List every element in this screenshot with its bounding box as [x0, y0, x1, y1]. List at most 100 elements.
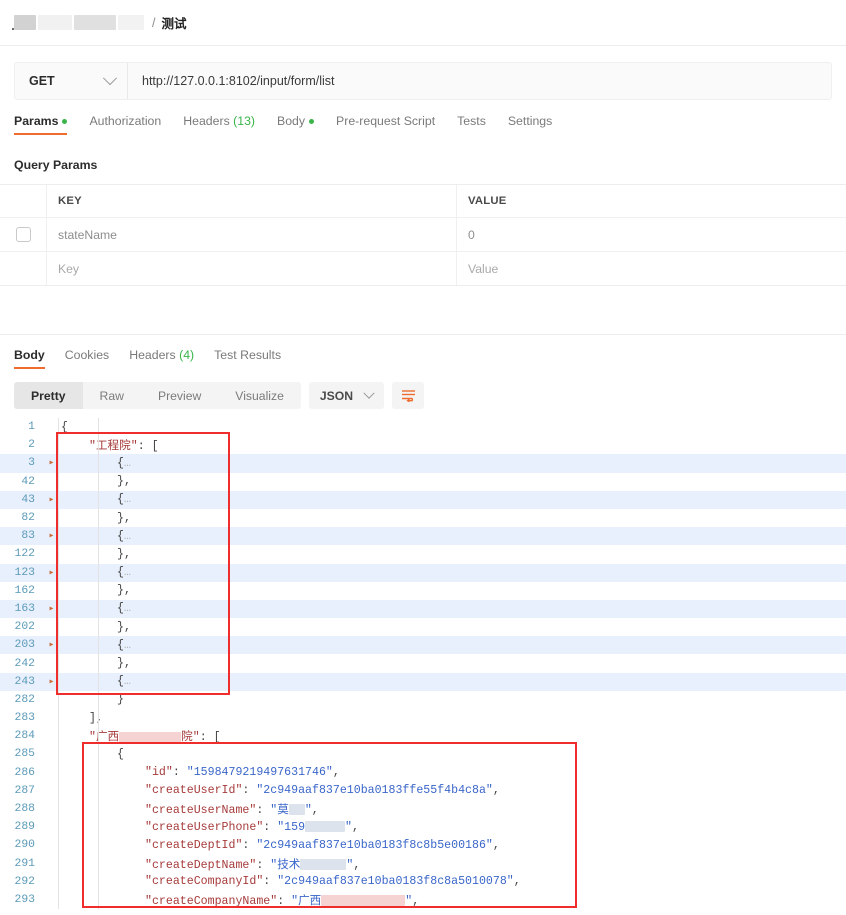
view-mode-visualize[interactable]: Visualize: [218, 382, 301, 409]
json-line-number: 122: [14, 548, 35, 561]
param-key-input-new[interactable]: Key: [47, 252, 457, 285]
json-punctuation: :: [242, 784, 257, 798]
fold-toggle-icon[interactable]: ▸: [44, 494, 59, 506]
fold-toggle-icon[interactable]: ▸: [44, 457, 59, 469]
url-input[interactable]: http://127.0.0.1:8102/input/form/list: [128, 63, 831, 99]
json-punctuation: : [: [199, 731, 221, 745]
tab-authorization[interactable]: Authorization: [89, 114, 161, 135]
fold-toggle-icon[interactable]: ▸: [44, 603, 59, 615]
json-line: 83 ▸ {…: [0, 527, 846, 546]
json-punctuation: {: [117, 456, 124, 470]
json-line-content: {…: [59, 675, 846, 688]
json-punctuation: },: [117, 657, 131, 671]
row-enable-checkbox[interactable]: [15, 227, 31, 242]
table-header-row: KEY VALUE: [0, 185, 846, 218]
wrap-text-button[interactable]: [392, 382, 425, 409]
json-line-number: 292: [14, 875, 35, 888]
json-punctuation: ,: [352, 820, 359, 834]
view-mode-pretty[interactable]: Pretty: [14, 382, 83, 409]
fold-toggle-icon[interactable]: ▸: [44, 567, 59, 579]
json-line-content: },: [59, 512, 846, 525]
json-punctuation: ,: [492, 784, 500, 798]
http-method-select[interactable]: GET: [15, 63, 128, 99]
json-line: 43 ▸ {…: [0, 490, 846, 509]
tab-response-headers-count: (4): [179, 348, 195, 362]
fold-toggle-icon[interactable]: ▸: [44, 530, 59, 542]
json-line: 2 "工程院": [: [0, 436, 846, 454]
json-key: 院": [181, 731, 200, 745]
json-line-content: {…: [59, 493, 846, 506]
json-line-number: 2: [28, 439, 35, 452]
json-line-content: "createCompanyId": "2c949aaf837e10ba0183…: [59, 875, 846, 888]
json-line-content: },: [59, 475, 846, 488]
json-ellipsis: …: [123, 493, 131, 507]
json-string: ": [304, 804, 312, 818]
json-key: "createCompanyName": [145, 894, 278, 908]
json-punctuation: },: [117, 511, 131, 525]
column-header-value: VALUE: [468, 195, 507, 207]
json-ellipsis: …: [123, 638, 131, 652]
tab-params[interactable]: Params: [14, 114, 68, 135]
json-line: 286 "id": "1598479219497631746",: [0, 764, 846, 782]
tab-body[interactable]: Body: [277, 114, 315, 135]
view-mode-preview[interactable]: Preview: [141, 382, 218, 409]
response-json-viewer[interactable]: 1{2 "工程院": [3 ▸ {… 42}, 43 ▸ {… 82}, 83 ▸ {… 122}, 12…: [0, 418, 846, 910]
tab-response-headers[interactable]: Headers (4): [129, 348, 194, 369]
json-ellipsis: …: [123, 456, 131, 470]
json-line: 42},: [0, 473, 846, 491]
param-value-input-new[interactable]: Value: [457, 252, 846, 285]
param-key-input[interactable]: stateName: [47, 218, 457, 251]
json-key: "createDeptName": [145, 858, 257, 872]
json-string: "1598479219497631746": [186, 766, 333, 780]
json-line-content: "createUserPhone": "159 ",: [59, 821, 846, 834]
json-punctuation: :: [263, 875, 278, 889]
fold-toggle-icon[interactable]: ▸: [44, 676, 59, 688]
json-line-content: "工程院": [: [59, 437, 846, 453]
view-mode-raw[interactable]: Raw: [83, 382, 141, 409]
tab-test-results[interactable]: Test Results: [214, 348, 281, 369]
json-line: 288 "createUserName": "莫 ",: [0, 800, 846, 818]
tab-settings[interactable]: Settings: [508, 114, 552, 135]
json-line-content: "createUserId": "2c949aaf837e10ba0183ffe…: [59, 784, 846, 797]
fold-toggle-icon[interactable]: ▸: [44, 639, 59, 651]
tab-cookies[interactable]: Cookies: [65, 348, 109, 369]
row-checkbox-cell: [0, 218, 47, 251]
json-punctuation: },: [117, 584, 131, 598]
tab-response-body[interactable]: Body: [14, 348, 45, 369]
breadcrumb: / 测试: [0, 0, 846, 46]
json-line-number: 243: [14, 675, 35, 688]
tab-response-body-label: Body: [14, 348, 45, 362]
json-line-content: ],: [59, 712, 846, 725]
json-punctuation: :: [242, 838, 257, 852]
json-line: 284 "广西 院": [: [0, 727, 846, 745]
json-line-number: 82: [21, 512, 35, 525]
param-value-input[interactable]: 0: [457, 218, 846, 251]
json-line-content: "createDeptName": "技术 ",: [59, 856, 846, 872]
json-line-content: },: [59, 621, 846, 634]
indent-guide: [98, 418, 99, 910]
json-line: 203 ▸ {…: [0, 636, 846, 655]
json-line-number: 242: [14, 657, 35, 670]
json-punctuation: :: [256, 804, 271, 818]
json-string: "2c949aaf837e10ba0183f8c8a5010078": [277, 875, 514, 889]
chevron-down-icon: [102, 71, 118, 86]
json-line-number: 162: [14, 584, 35, 597]
tab-headers[interactable]: Headers (13): [183, 114, 255, 135]
json-line-number: 123: [14, 566, 35, 579]
json-punctuation: },: [117, 475, 131, 489]
json-key: "createUserId": [145, 784, 243, 798]
redacted-text-block: [321, 895, 406, 907]
json-line: 282}: [0, 691, 846, 709]
tab-tests[interactable]: Tests: [457, 114, 486, 135]
json-line-number: 42: [21, 475, 35, 488]
json-line: 242},: [0, 654, 846, 672]
json-line: 293 "createCompanyName": "广西 ",: [0, 891, 846, 909]
json-punctuation: {: [117, 675, 124, 689]
row-checkbox-cell-empty: [0, 252, 47, 285]
json-line-number: 282: [14, 693, 35, 706]
response-format-select[interactable]: JSON: [308, 382, 385, 409]
json-line-number: 202: [14, 621, 35, 634]
json-line: 162},: [0, 582, 846, 600]
json-line-content: {: [59, 748, 846, 761]
tab-pre-request-script[interactable]: Pre-request Script: [336, 114, 435, 135]
